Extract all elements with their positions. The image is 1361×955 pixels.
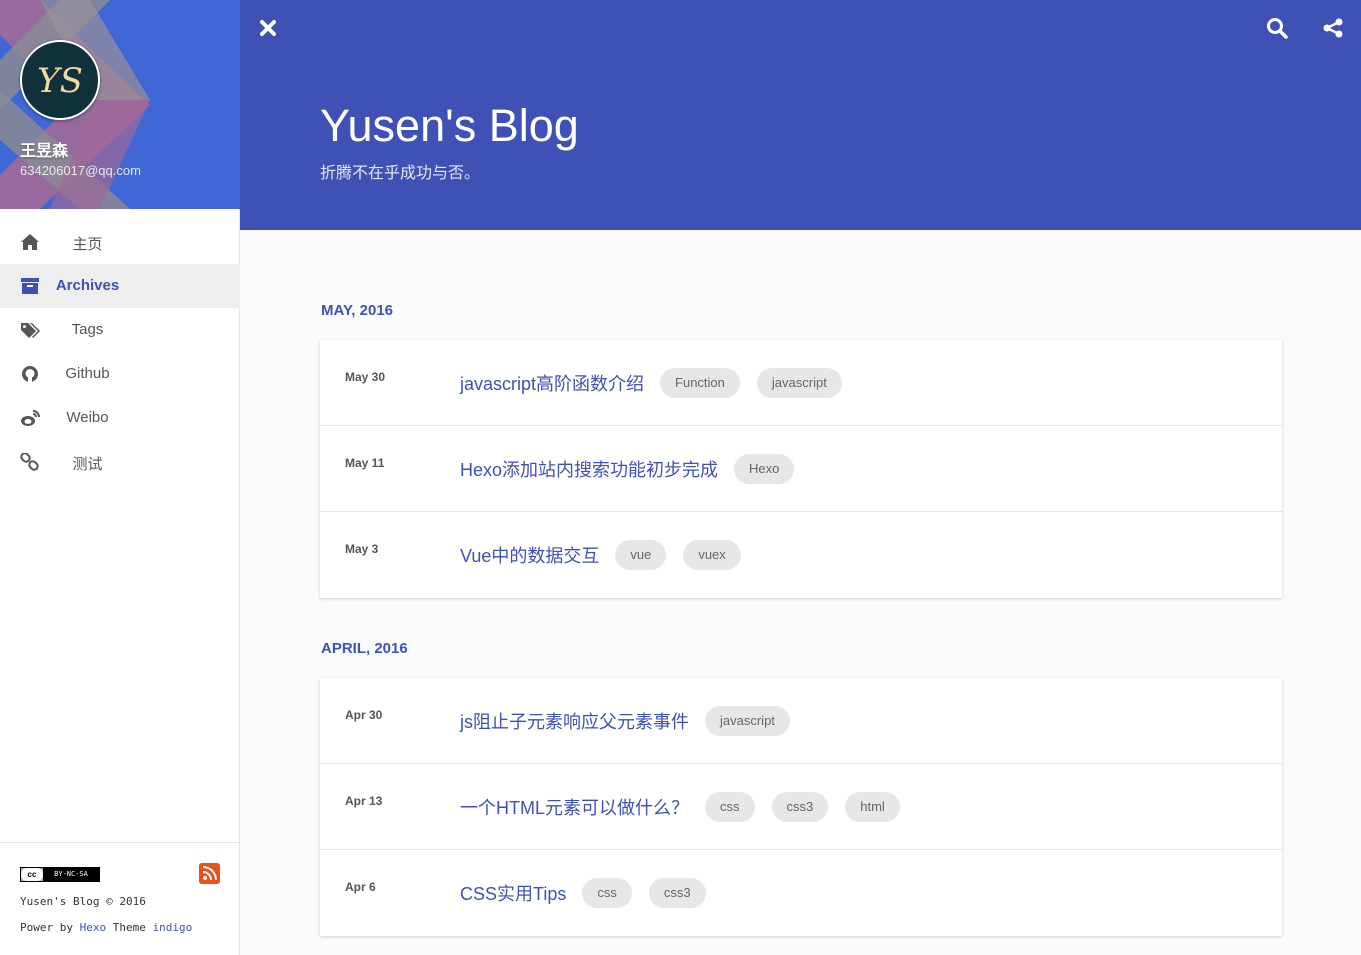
- tag-chip[interactable]: Function: [660, 368, 740, 398]
- post-row: May 11 Hexo添加站内搜索功能初步完成 Hexo: [320, 426, 1282, 512]
- cc-icon: cc: [21, 868, 43, 881]
- search-icon[interactable]: [1266, 17, 1288, 39]
- sidebar-item-label: Archives: [55, 277, 120, 294]
- post-date: Apr 13: [345, 794, 383, 808]
- post-date: Apr 30: [345, 708, 383, 722]
- tag-chip[interactable]: javascript: [756, 368, 842, 398]
- post-title-link[interactable]: js阻止子元素响应父元素事件: [460, 708, 689, 734]
- tag-chip[interactable]: css3: [648, 878, 706, 908]
- post-row: Apr 30 js阻止子元素响应父元素事件 javascript: [320, 678, 1282, 764]
- post-title-line: CSS实用Tips css css3: [460, 878, 723, 908]
- archive-card: Apr 30 js阻止子元素响应父元素事件 javascript Apr 13 一个HT…: [320, 678, 1282, 936]
- tag-chip[interactable]: html: [845, 792, 900, 822]
- tag-chip[interactable]: vue: [615, 540, 667, 570]
- sidebar-item-home[interactable]: 主页: [0, 220, 240, 264]
- post-title-line: js阻止子元素响应父元素事件 javascript: [460, 706, 807, 736]
- post-date: May 3: [345, 542, 379, 556]
- post-date: May 30: [345, 370, 386, 384]
- profile-header: YS 王昱森 634206017@qq.com: [0, 0, 240, 209]
- archive-card: May 30 javascript高阶函数介绍 Function javascript…: [320, 340, 1282, 598]
- sidebar-item-archives[interactable]: Archives: [0, 264, 240, 308]
- theme-link[interactable]: indigo: [152, 921, 192, 934]
- post-row: Apr 6 CSS实用Tips css css3: [320, 850, 1282, 936]
- sidebar-nav: 主页 Archives Tags Github Weibo 测试: [0, 220, 240, 484]
- footer-credits: Power by Hexo Theme indigo: [20, 921, 192, 934]
- sidebar-item-github[interactable]: Github: [0, 352, 240, 396]
- power-prefix: Power by: [20, 921, 73, 934]
- avatar[interactable]: YS: [20, 40, 100, 120]
- sidebar-item-label: Github: [65, 365, 110, 382]
- post-row: Apr 13 一个HTML元素可以做什么？ css css3 html: [320, 764, 1282, 850]
- post-title-link[interactable]: CSS实用Tips: [460, 880, 566, 906]
- sidebar: YS 王昱森 634206017@qq.com 主页 Archives Tags…: [0, 0, 240, 955]
- profile-email[interactable]: 634206017@qq.com: [20, 163, 141, 178]
- sidebar-item-test[interactable]: 测试: [0, 440, 240, 484]
- post-title-link[interactable]: 一个HTML元素可以做什么？: [460, 794, 689, 820]
- sidebar-item-label: Tags: [71, 321, 104, 338]
- sidebar-footer: cc BY-NC-SA Yusen's Blog © 2016 Power by…: [0, 842, 240, 955]
- archive-month-title: MAY, 2016: [321, 302, 393, 319]
- close-icon[interactable]: [259, 19, 277, 37]
- post-date: May 11: [345, 456, 385, 470]
- sidebar-item-label: 主页: [72, 236, 103, 253]
- cc-license-badge[interactable]: cc BY-NC-SA: [20, 867, 100, 882]
- archive-month-title: APRIL, 2016: [321, 640, 408, 657]
- post-title-link[interactable]: javascript高阶函数介绍: [460, 370, 644, 396]
- sidebar-item-label: 测试: [72, 456, 103, 473]
- rss-icon[interactable]: [199, 863, 220, 884]
- post-title-line: javascript高阶函数介绍 Function javascript: [460, 368, 859, 398]
- tag-chip[interactable]: css: [705, 792, 755, 822]
- tag-chip[interactable]: css3: [771, 792, 829, 822]
- blog-title: Yusen's Blog: [320, 100, 579, 151]
- post-title-line: 一个HTML元素可以做什么？ css css3 html: [460, 792, 917, 822]
- post-title-link[interactable]: Vue中的数据交互: [460, 542, 599, 568]
- footer-copyright: Yusen's Blog © 2016: [20, 895, 146, 908]
- blog-subtitle: 折腾不在乎成功与否。: [320, 165, 481, 182]
- cc-license-text: BY-NC-SA: [43, 868, 99, 881]
- svg-text:YS: YS: [37, 61, 83, 101]
- sidebar-item-weibo[interactable]: Weibo: [0, 396, 240, 440]
- profile-name: 王昱森: [20, 143, 69, 160]
- sidebar-item-label: Weibo: [66, 409, 109, 426]
- post-date: Apr 6: [345, 880, 376, 894]
- avatar-initials-logo: YS: [37, 61, 83, 101]
- hexo-link[interactable]: Hexo: [80, 921, 107, 934]
- tag-chip[interactable]: vuex: [683, 540, 741, 570]
- share-icon[interactable]: [1322, 17, 1344, 39]
- tag-chip[interactable]: css: [582, 878, 632, 908]
- tag-chip[interactable]: Hexo: [734, 454, 795, 484]
- post-title-line: Hexo添加站内搜索功能初步完成 Hexo: [460, 454, 811, 484]
- tag-chip[interactable]: javascript: [705, 706, 790, 736]
- post-row: May 3 Vue中的数据交互 vue vuex: [320, 512, 1282, 598]
- post-title-link[interactable]: Hexo添加站内搜索功能初步完成: [460, 456, 718, 482]
- sidebar-item-tags[interactable]: Tags: [0, 308, 240, 352]
- post-title-line: Vue中的数据交互 vue vuex: [460, 540, 758, 570]
- page-header: Yusen's Blog 折腾不在乎成功与否。: [240, 0, 1361, 230]
- theme-prefix: Theme: [112, 921, 146, 934]
- post-row: May 30 javascript高阶函数介绍 Function javascript: [320, 340, 1282, 426]
